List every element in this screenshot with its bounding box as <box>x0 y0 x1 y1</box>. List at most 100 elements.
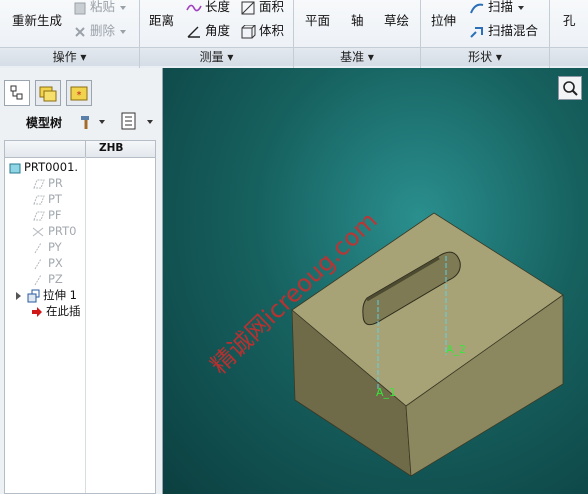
tree-item-plane-right[interactable]: PR <box>31 175 63 191</box>
group-datum-title[interactable]: 基准 ▾ <box>294 47 420 66</box>
chevron-down-icon <box>120 5 126 10</box>
group-shapes-title-label: 形状 <box>468 50 493 64</box>
delete-x-icon <box>75 26 85 37</box>
axis-label: 轴 <box>351 13 364 28</box>
tree-item-plane-top[interactable]: PT <box>31 191 62 207</box>
tree-item-csys[interactable]: PRT0 <box>31 223 76 239</box>
group-measure-title[interactable]: 测量 ▾ <box>140 47 293 66</box>
tree-item-plane-front[interactable]: PF <box>31 207 62 223</box>
tree-item-extrude[interactable]: 拉伸 1 <box>15 287 77 303</box>
group-engineering-title <box>550 47 588 66</box>
tree-item-axis-x[interactable]: PX <box>31 255 63 271</box>
length-label: 长度 <box>205 0 231 14</box>
area-button[interactable]: 面积 <box>241 0 284 15</box>
tree-item-label: 拉伸 1 <box>43 288 77 302</box>
datum-plane-icon <box>33 179 45 188</box>
paste-button[interactable]: 粘贴 <box>73 0 130 15</box>
chevron-down-icon <box>120 29 126 34</box>
svg-text:*: * <box>77 90 82 101</box>
datum-plane-icon <box>33 195 45 204</box>
area-icon <box>241 1 255 14</box>
sweep-label: 扫描 <box>488 0 514 14</box>
distance-button[interactable]: 距离 <box>149 10 174 29</box>
swept-blend-icon <box>470 26 483 38</box>
tree-item-label: PZ <box>48 272 63 286</box>
sweep-button[interactable]: 扫描 <box>469 0 528 15</box>
area-label: 面积 <box>259 0 285 14</box>
tree-item-insert-here[interactable]: 在此插 <box>31 303 81 319</box>
column-divider <box>85 157 86 493</box>
angle-label: 角度 <box>205 23 231 38</box>
angle-button[interactable]: 角度 <box>186 20 230 39</box>
model-tree-toolbar: 模型树 <box>4 110 157 134</box>
hole-label: 孔 <box>563 13 576 28</box>
volume-button[interactable]: 体积 <box>241 20 284 39</box>
tree-item-label: PRT0 <box>48 224 77 238</box>
delete-button[interactable]: 删除 <box>73 20 130 39</box>
extrude-icon <box>27 289 40 302</box>
folder-icon <box>39 86 57 102</box>
tree-item-label: PT <box>48 192 62 206</box>
volume-label: 体积 <box>259 23 285 38</box>
chevron-down-icon <box>99 120 105 124</box>
tree-item-part[interactable]: PRT0001. <box>9 159 78 175</box>
datum-axis-icon <box>34 274 42 285</box>
part-icon <box>9 163 21 173</box>
tab-model-tree[interactable] <box>4 80 30 106</box>
regenerate-label: 重新生成 <box>12 13 63 28</box>
tree-item-label: PF <box>48 208 62 222</box>
model-canvas <box>291 212 564 477</box>
group-datum-title-label: 基准 <box>340 50 365 64</box>
tree-item-label: PX <box>48 256 63 270</box>
swept-blend-button[interactable]: 扫描混合 <box>469 20 538 39</box>
angle-icon <box>187 26 200 38</box>
plane-label: 平面 <box>305 13 331 28</box>
group-datum: 平面 轴 草绘 基准 ▾ <box>294 0 421 68</box>
datum-axis-icon <box>34 258 42 269</box>
axis-button[interactable]: 轴 <box>351 10 364 29</box>
favorites-folder-icon: * <box>70 86 88 101</box>
volume-icon <box>241 24 256 38</box>
group-operations-title-label: 操作 <box>52 50 77 64</box>
tree-item-label: 在此插 <box>46 304 81 318</box>
delete-label: 删除 <box>90 23 116 38</box>
sweep-icon <box>470 3 484 13</box>
graphics-viewport[interactable]: A_1 A_2 精诚网icreoug.com <box>163 68 588 494</box>
length-button[interactable]: 长度 <box>186 0 230 15</box>
tree-column-header-label: ZHB <box>99 142 124 154</box>
insert-arrow-icon <box>32 306 42 317</box>
tree-item-axis-y[interactable]: PY <box>31 239 62 255</box>
axis-label-a1[interactable]: A_1 <box>376 386 396 399</box>
sketch-button[interactable]: 草绘 <box>384 10 409 29</box>
tree-item-axis-z[interactable]: PZ <box>31 271 63 287</box>
distance-label: 距离 <box>149 13 175 28</box>
tree-column-header: ZHB <box>5 141 155 158</box>
axis-label-a2[interactable]: A_2 <box>446 343 466 356</box>
plane-button[interactable]: 平面 <box>305 10 330 29</box>
tree-item-label: PRT0001. <box>24 160 79 174</box>
expand-arrow-icon[interactable] <box>15 291 23 301</box>
tree-item-label: PY <box>48 240 62 254</box>
length-icon <box>186 4 202 11</box>
tab-folder-browser[interactable] <box>35 80 61 106</box>
ribbon: 重新生成 粘贴 删除 操作 ▾ 距离 长度 角度 面积 体积 测量 ▾ 平面 轴… <box>0 0 588 69</box>
group-engineering: 孔 <box>550 0 588 68</box>
group-shapes: 拉伸 扫描 扫描混合 形状 ▾ <box>421 0 550 68</box>
group-operations: 重新生成 粘贴 删除 操作 ▾ <box>0 0 140 68</box>
navigator-panel: * 模型树 ZHB PRT0001. PR PT PF PRT0 PY PX P… <box>0 68 163 494</box>
tree-display-button[interactable] <box>119 110 157 132</box>
swept-blend-label: 扫描混合 <box>488 23 539 38</box>
tree-item-label: PR <box>48 176 63 190</box>
tab-favorites[interactable]: * <box>66 80 92 106</box>
list-view-icon <box>121 112 136 130</box>
paste-label: 粘贴 <box>90 0 116 14</box>
group-shapes-title[interactable]: 形状 ▾ <box>421 47 549 66</box>
extrude-button[interactable]: 拉伸 <box>431 10 456 29</box>
tree-settings-button[interactable] <box>76 110 106 132</box>
group-operations-title[interactable]: 操作 ▾ <box>0 47 139 66</box>
hole-button[interactable]: 孔 <box>563 10 576 29</box>
regenerate-button[interactable]: 重新生成 <box>12 10 62 29</box>
chevron-down-icon <box>518 5 524 10</box>
group-measure: 距离 长度 角度 面积 体积 测量 ▾ <box>140 0 294 68</box>
coordinate-system-icon <box>32 227 44 236</box>
